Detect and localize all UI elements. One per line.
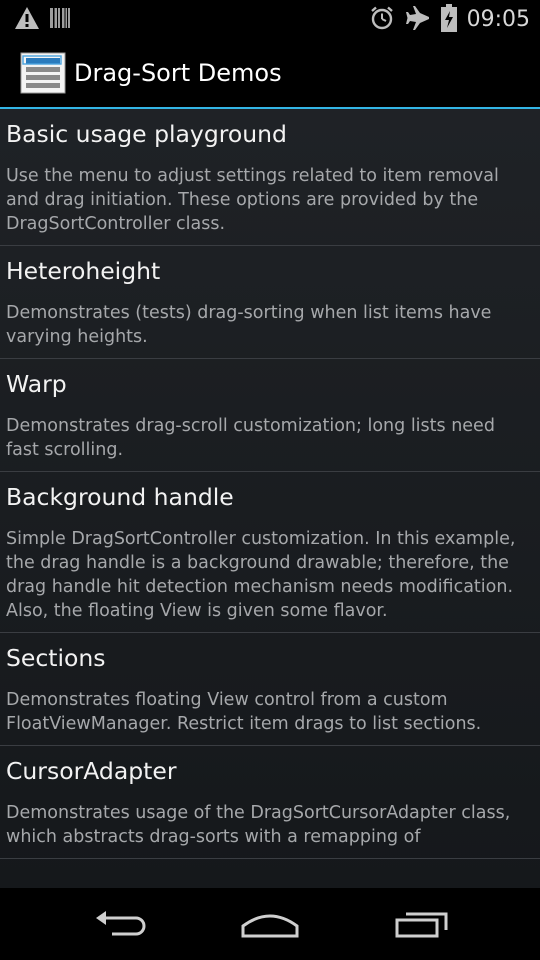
list-item-title: Heteroheight (6, 257, 161, 285)
list-item[interactable]: Warp Demonstrates drag-scroll customizat… (0, 359, 540, 472)
barcode-icon (50, 6, 70, 34)
status-bar: 09:05 (0, 0, 540, 38)
list-item[interactable]: Heteroheight Demonstrates (tests) drag-s… (0, 246, 540, 359)
list-item-description: Use the menu to adjust settings related … (6, 166, 499, 234)
list-item-description: Demonstrates usage of the DragSortCursor… (6, 803, 511, 847)
list-item-title: Background handle (6, 483, 234, 511)
list-item-description: Demonstrates (tests) drag-sorting when l… (6, 303, 492, 347)
back-icon[interactable] (92, 908, 148, 944)
list-item[interactable]: Sections Demonstrates floating View cont… (0, 633, 540, 746)
list-item-title: Warp (6, 370, 67, 398)
list-item-title: CursorAdapter (6, 757, 177, 785)
navigation-bar (0, 888, 540, 960)
list-item-description: Demonstrates drag-scroll customization; … (6, 416, 495, 460)
action-bar: Drag-Sort Demos (0, 38, 540, 107)
list-item-description: Demonstrates floating View control from … (6, 690, 482, 734)
status-left-icons (14, 6, 70, 34)
recent-apps-icon[interactable] (392, 908, 452, 944)
list-item[interactable]: Basic usage playground Use the menu to a… (0, 109, 540, 246)
status-right-icons: 09:05 (369, 4, 530, 36)
list-item[interactable]: Background handle Simple DragSortControl… (0, 472, 540, 633)
list-item-description: Simple DragSortController customization.… (6, 529, 516, 621)
status-time: 09:05 (466, 7, 530, 32)
list-item-title: Basic usage playground (6, 120, 287, 148)
battery-charging-icon (440, 4, 457, 36)
demo-list[interactable]: Basic usage playground Use the menu to a… (0, 109, 540, 888)
app-title: Drag-Sort Demos (74, 59, 282, 87)
list-item-title: Sections (6, 644, 106, 672)
app-list-icon[interactable] (20, 52, 66, 94)
airplane-mode-icon (405, 5, 431, 35)
home-icon[interactable] (240, 908, 300, 944)
list-item[interactable]: CursorAdapter Demonstrates usage of the … (0, 746, 540, 859)
alarm-icon (369, 5, 395, 35)
warning-icon (14, 6, 40, 34)
